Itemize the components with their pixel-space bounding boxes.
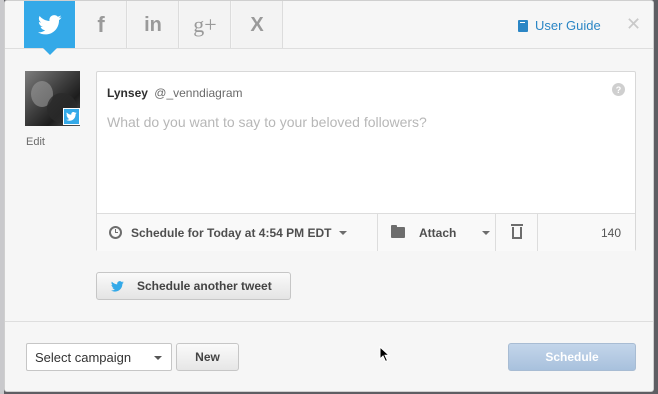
attach-dropdown[interactable]: Attach [378, 214, 496, 251]
chevron-down-icon [154, 356, 162, 360]
close-icon[interactable]: ✕ [626, 15, 641, 33]
network-tabs: f in g+ X User Guide ✕ [5, 1, 653, 55]
composer-toolbar: Schedule for Today at 4:54 PM EDT Attach… [97, 213, 635, 251]
tab-linkedin[interactable]: in [128, 1, 179, 48]
linkedin-icon: in [144, 13, 162, 36]
schedule-tweet-modal: f in g+ X User Guide ✕ Edit Lynsey @_ven… [4, 0, 654, 392]
twitter-badge-icon [63, 108, 80, 125]
campaign-select[interactable]: Select campaign [26, 343, 172, 371]
schedule-button[interactable]: Schedule [508, 343, 636, 371]
delete-button[interactable] [496, 214, 538, 251]
display-name: Lynsey [107, 86, 148, 100]
xing-icon: X [250, 13, 264, 36]
twitter-handle: @_venndiagram [154, 86, 243, 100]
trash-icon [510, 223, 523, 239]
schedule-another-tweet-button[interactable]: Schedule another tweet [96, 272, 291, 300]
tweet-text-input[interactable] [107, 114, 623, 204]
twitter-icon [66, 112, 77, 121]
schedule-time-dropdown[interactable]: Schedule for Today at 4:54 PM EDT [97, 214, 378, 251]
clock-icon [109, 226, 122, 239]
tab-twitter[interactable] [24, 1, 75, 55]
folder-icon [391, 225, 405, 238]
twitter-icon [111, 280, 124, 292]
google-plus-icon: g+ [193, 11, 217, 37]
attach-label: Attach [419, 225, 457, 240]
account-line: Lynsey @_venndiagram [107, 86, 243, 100]
character-count: 140 [600, 225, 621, 240]
help-icon[interactable]: ? [612, 83, 625, 96]
tab-google-plus[interactable]: g+ [180, 1, 231, 48]
chevron-down-icon [339, 230, 348, 235]
schedule-another-tweet-label: Schedule another tweet [137, 279, 272, 293]
new-campaign-button[interactable]: New [176, 343, 239, 371]
tab-facebook[interactable]: f [76, 1, 127, 48]
facebook-icon: f [97, 11, 105, 37]
active-tab-pointer [42, 48, 57, 55]
mouse-cursor-icon [379, 346, 390, 363]
modal-footer: Select campaign New Schedule [5, 321, 653, 391]
twitter-icon [37, 14, 62, 34]
user-guide-link[interactable]: User Guide [518, 18, 601, 33]
book-icon [518, 19, 528, 32]
edit-profile-link[interactable]: Edit [26, 136, 45, 148]
chevron-down-icon [482, 230, 491, 235]
campaign-select-value: Select campaign [35, 349, 132, 365]
tweet-composer: Lynsey @_venndiagram ? Schedule for Toda… [96, 71, 636, 251]
schedule-time-label: Schedule for Today at 4:54 PM EDT [131, 225, 332, 240]
user-guide-label: User Guide [535, 18, 601, 33]
tab-xing[interactable]: X [232, 1, 283, 48]
